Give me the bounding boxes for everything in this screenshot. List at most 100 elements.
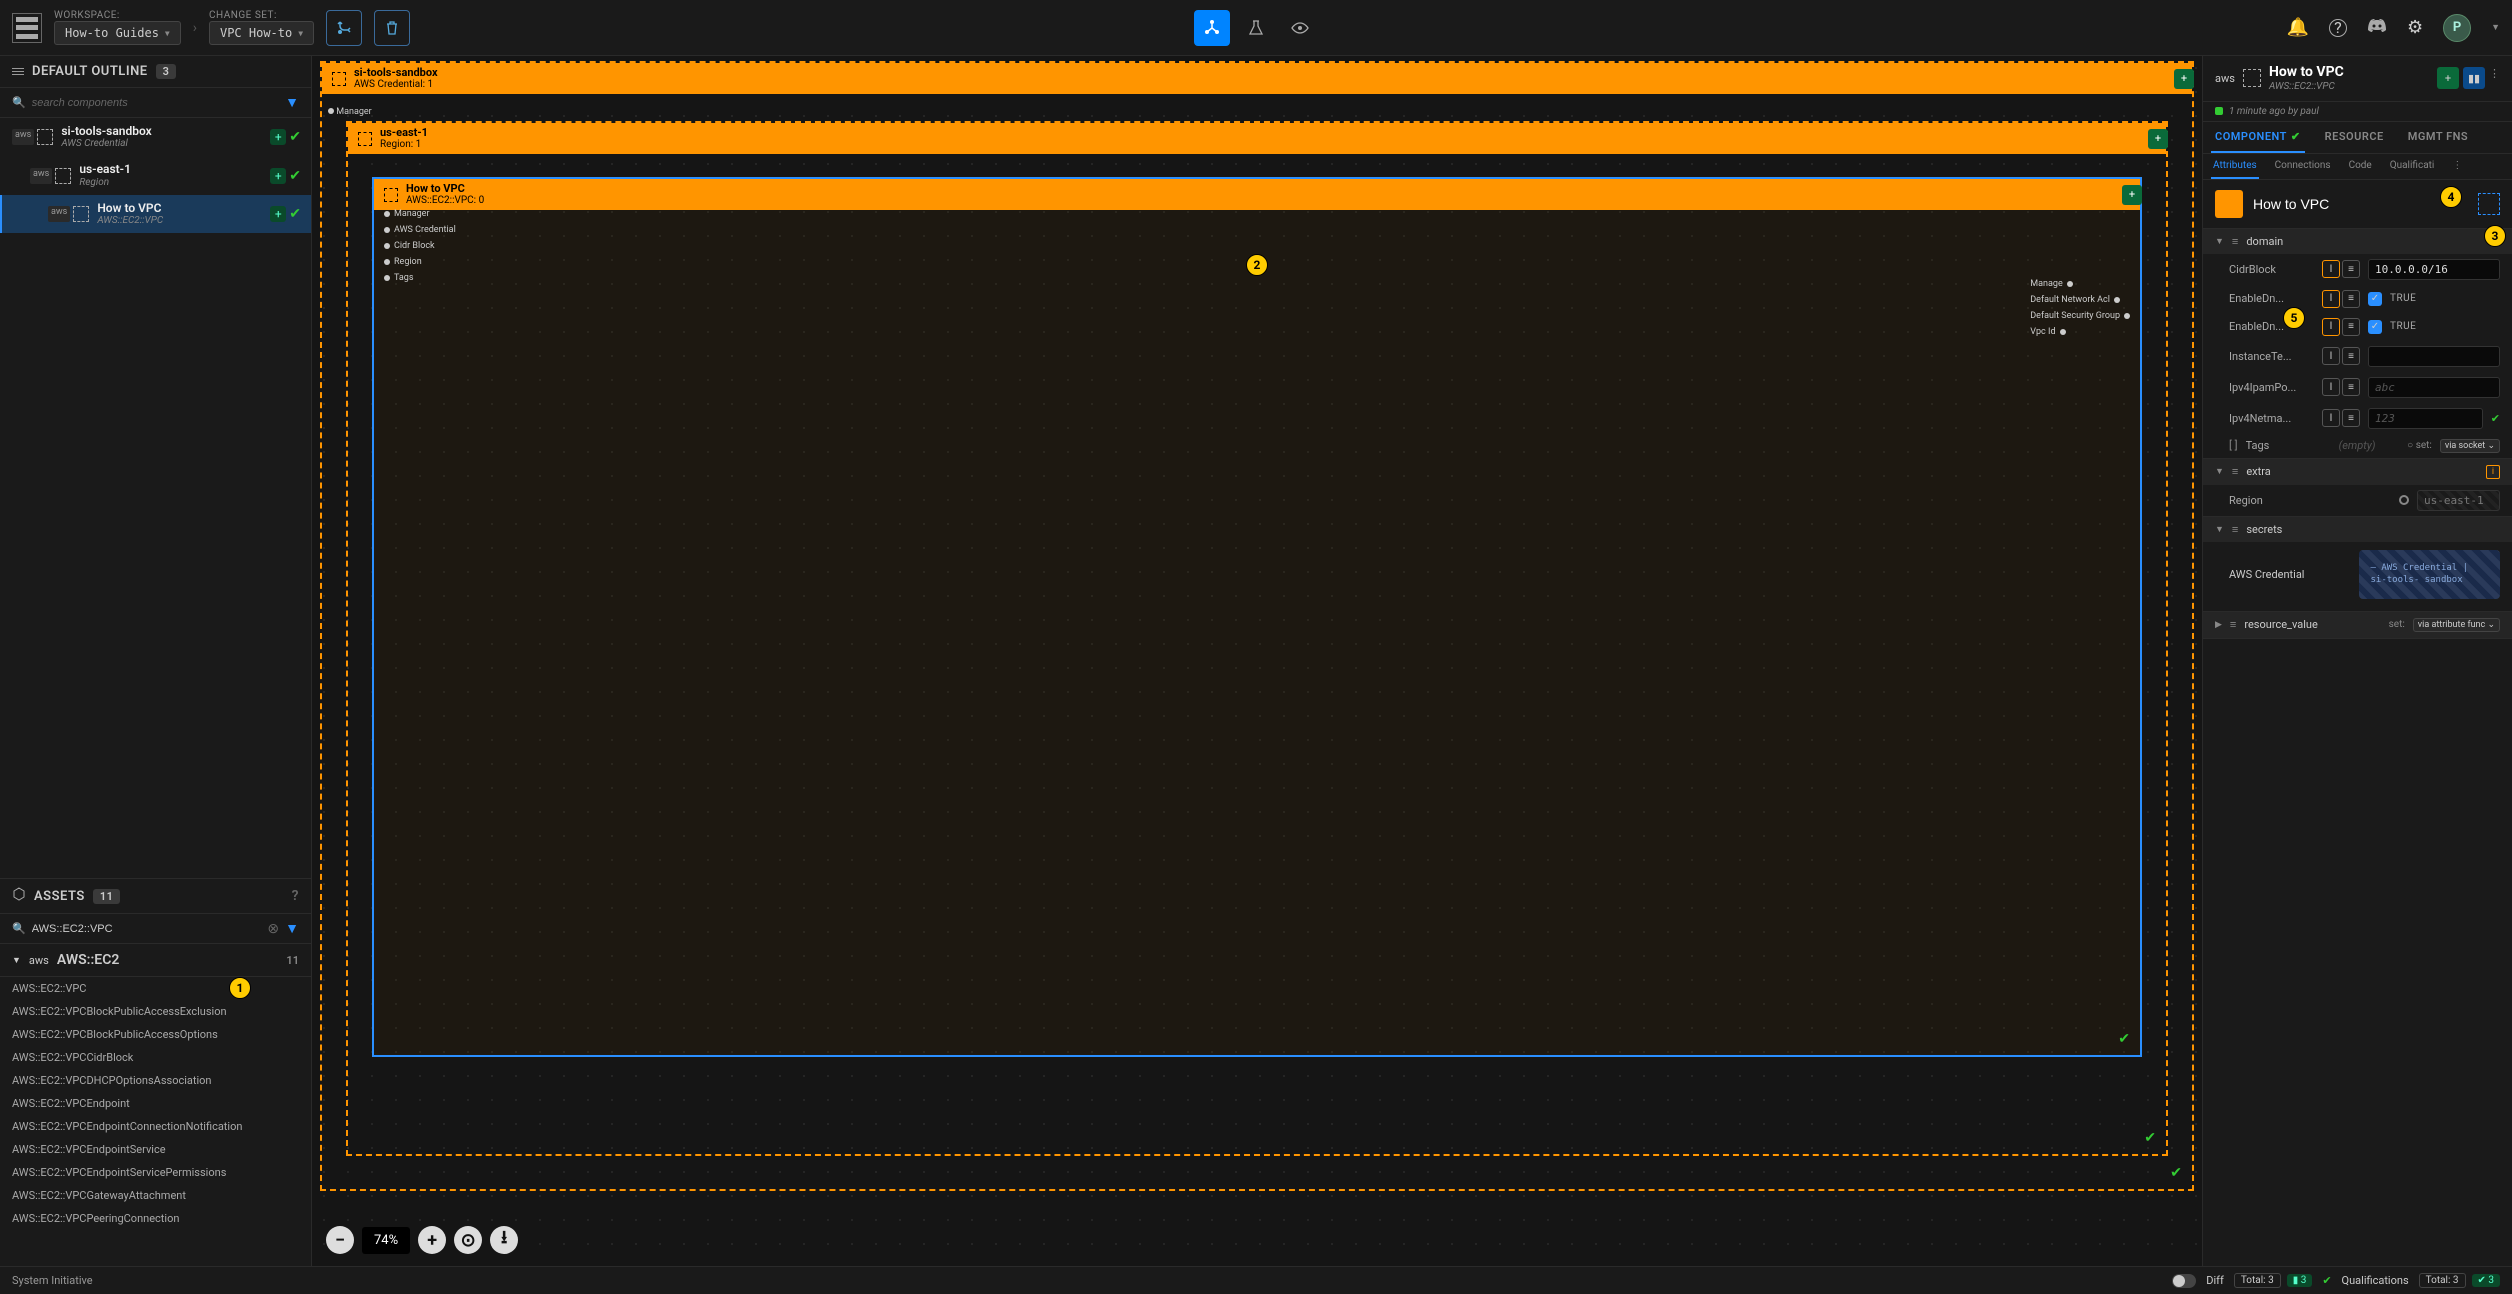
- workspace-selector[interactable]: How-to Guides ▼: [54, 21, 181, 45]
- tenancy-input[interactable]: [2368, 346, 2500, 367]
- collapse-icon[interactable]: [12, 68, 24, 75]
- port-label: Manager: [328, 107, 372, 117]
- assets-search-input[interactable]: [32, 923, 262, 935]
- tab-resource[interactable]: RESOURCE: [2321, 122, 2388, 153]
- subtab-qualifications[interactable]: Qualificati: [2388, 154, 2437, 179]
- zoom-fit-button[interactable]: ⊙: [454, 1226, 482, 1254]
- frame-icon: [358, 132, 372, 146]
- tab-component[interactable]: COMPONENT✔: [2211, 122, 2305, 153]
- chevron-down-icon: ▼: [2215, 236, 2224, 247]
- add-button[interactable]: +: [2122, 185, 2142, 205]
- chevron-down-icon[interactable]: ▼: [2491, 22, 2500, 33]
- asset-item[interactable]: AWS::EC2::VPC1: [0, 977, 311, 1000]
- attr-region: Region us-east-1: [2203, 485, 2512, 516]
- help-icon[interactable]: ?: [2329, 19, 2347, 37]
- download-button[interactable]: ⭳: [490, 1226, 518, 1254]
- avatar[interactable]: P: [2443, 14, 2471, 42]
- delete-button[interactable]: [374, 10, 410, 46]
- asset-item[interactable]: AWS::EC2::VPCEndpoint: [0, 1092, 311, 1115]
- section-header[interactable]: ▼ ≡ domain: [2203, 229, 2512, 254]
- asset-item[interactable]: AWS::EC2::VPCEndpointServicePermissions: [0, 1161, 311, 1184]
- aws-icon: aws: [12, 129, 34, 145]
- secret-card[interactable]: — AWS Credential | si-tools- sandbox: [2359, 550, 2501, 599]
- changeset-selector[interactable]: VPC How-to ▼: [209, 21, 314, 45]
- ipam-input[interactable]: abc: [2368, 377, 2500, 398]
- checkbox[interactable]: ✓: [2368, 320, 2382, 334]
- more-icon[interactable]: ⋮: [2450, 154, 2464, 179]
- help-icon[interactable]: ?: [292, 888, 299, 904]
- asset-item[interactable]: AWS::EC2::VPCEndpointConnectionNotificat…: [0, 1115, 311, 1138]
- asset-item[interactable]: AWS::EC2::VPCBlockPublicAccessExclusion: [0, 1000, 311, 1023]
- outline-item-vpc[interactable]: aws How to VPC AWS::EC2::VPC +✔: [0, 195, 311, 233]
- panel-button[interactable]: ▮▮: [2463, 67, 2485, 89]
- filter-icon[interactable]: ▼: [285, 920, 299, 937]
- checkbox[interactable]: ✓: [2368, 292, 2382, 306]
- add-icon: +: [270, 206, 286, 222]
- asset-item[interactable]: AWS::EC2::VPCGatewayAttachment: [0, 1184, 311, 1207]
- discord-icon[interactable]: [2367, 18, 2387, 37]
- chevron-down-icon: ▼: [298, 29, 303, 38]
- zoom-in-button[interactable]: +: [418, 1226, 446, 1254]
- bell-icon[interactable]: 🔔: [2287, 17, 2309, 38]
- assets-count: 11: [93, 889, 121, 904]
- set-dropdown[interactable]: via attribute func ⌄: [2413, 618, 2500, 632]
- merge-button[interactable]: [326, 10, 362, 46]
- outline-item-region[interactable]: aws us-east-1 Region +✔: [0, 156, 311, 194]
- check-icon: ✔: [2118, 1031, 2130, 1047]
- clear-icon[interactable]: ⊗: [267, 921, 279, 937]
- canvas[interactable]: si-tools-sandbox AWS Credential: 1 + Man…: [312, 56, 2202, 1266]
- frame-vpc[interactable]: How to VPC AWS::EC2::VPC: 0 + Manager AW…: [372, 177, 2142, 1057]
- left-sidebar: DEFAULT OUTLINE 3 🔍 ▼ aws si-tools-sandb…: [0, 56, 312, 1266]
- add-button[interactable]: +: [2148, 129, 2168, 149]
- more-icon[interactable]: ⋮: [2489, 67, 2500, 89]
- attr-dns2: EnableDn... 5 I≡ ✓ TRUE: [2203, 313, 2512, 341]
- netmask-input[interactable]: 123: [2368, 408, 2483, 429]
- frame-sandbox[interactable]: si-tools-sandbox AWS Credential: 1 + Man…: [320, 61, 2194, 1191]
- asset-group[interactable]: ▼ aws AWS::EC2 11: [0, 944, 311, 977]
- tabs: COMPONENT✔ RESOURCE MGMT FNS: [2203, 122, 2512, 154]
- workspace-label: WORKSPACE:: [54, 10, 181, 21]
- zoom-out-button[interactable]: −: [326, 1226, 354, 1254]
- nav-lab-button[interactable]: [1238, 10, 1274, 46]
- outline-item-sandbox[interactable]: aws si-tools-sandbox AWS Credential +✔: [0, 118, 311, 156]
- component-name-input[interactable]: [2253, 196, 2468, 212]
- section-header[interactable]: ▶ ≡ resource_value set: via attribute fu…: [2203, 612, 2512, 638]
- gear-icon[interactable]: ⚙: [2407, 17, 2423, 38]
- check-icon: ✔: [289, 129, 301, 145]
- callout-2: 2: [1246, 254, 1268, 276]
- section-header[interactable]: ▼ ≡ secrets: [2203, 517, 2512, 542]
- diff-toggle[interactable]: [2172, 1274, 2196, 1288]
- nav-model-button[interactable]: [1194, 10, 1230, 46]
- chevron-down-icon: ▼: [2215, 524, 2224, 535]
- set-dropdown[interactable]: via socket ⌄: [2440, 439, 2500, 453]
- status-dot: [2215, 107, 2223, 115]
- asset-item[interactable]: AWS::EC2::VPCPeeringConnection: [0, 1207, 311, 1230]
- add-button[interactable]: +: [2437, 67, 2459, 89]
- frame-region[interactable]: us-east-1 Region: 1 + How to VPC: [346, 121, 2168, 1156]
- color-swatch[interactable]: [2215, 190, 2243, 218]
- app-logo[interactable]: [12, 13, 42, 43]
- asset-item[interactable]: AWS::EC2::VPCDHCPOptionsAssociation: [0, 1069, 311, 1092]
- subtab-attributes[interactable]: Attributes: [2211, 154, 2259, 179]
- tab-mgmt[interactable]: MGMT FNS: [2404, 122, 2472, 153]
- ports-left: Manager AWS Credential Cidr Block Region…: [384, 209, 456, 283]
- section-header[interactable]: ▼ ≡ extra i: [2203, 459, 2512, 485]
- subtab-code[interactable]: Code: [2347, 154, 2374, 179]
- layout-icon[interactable]: [2478, 193, 2500, 215]
- attr-ipam: Ipv4IpamPo... I≡ abc: [2203, 372, 2512, 403]
- frame-icon: [384, 188, 398, 202]
- nav-view-button[interactable]: [1282, 10, 1318, 46]
- status-bar: System Initiative Diff Total: 3 ▮ 3 ✔ Qu…: [0, 1266, 2512, 1294]
- asset-item[interactable]: AWS::EC2::VPCBlockPublicAccessOptions: [0, 1023, 311, 1046]
- callout-1: 1: [229, 977, 251, 999]
- attr-cidr: CidrBlock I≡ 10.0.0.0/16: [2203, 254, 2512, 285]
- asset-item[interactable]: AWS::EC2::VPCEndpointService: [0, 1138, 311, 1161]
- outline-search-input[interactable]: [32, 97, 279, 109]
- outline-search: 🔍 ▼: [0, 88, 311, 118]
- filter-icon[interactable]: ▼: [285, 94, 299, 111]
- add-button[interactable]: +: [2174, 69, 2194, 89]
- cidr-input[interactable]: 10.0.0.0/16: [2368, 259, 2500, 280]
- aws-icon: aws: [30, 168, 52, 184]
- asset-item[interactable]: AWS::EC2::VPCCidrBlock: [0, 1046, 311, 1069]
- subtab-connections[interactable]: Connections: [2273, 154, 2333, 179]
